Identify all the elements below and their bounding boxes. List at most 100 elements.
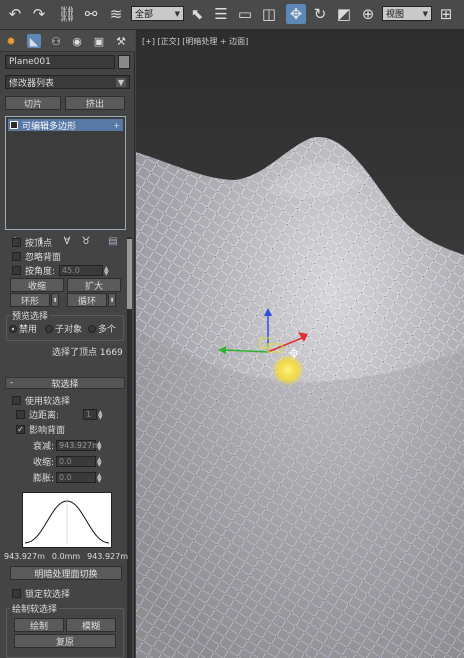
falloff-spinner[interactable]: 943.927m bbox=[56, 440, 100, 451]
modifier-list-dropdown[interactable]: 修改器列表 ▼ bbox=[5, 75, 130, 89]
paint-soft-selection-group bbox=[6, 608, 124, 658]
by-angle-row: 按角度: 45.0 ▲ ▼ bbox=[12, 264, 110, 277]
perspective-viewport[interactable]: [+] [正交] [明暗处理 + 边面] bbox=[136, 30, 464, 658]
blur-button[interactable]: 模糊 bbox=[66, 618, 116, 632]
ring-spinner[interactable]: ⬍ bbox=[51, 293, 59, 307]
loop-button[interactable]: 循环 bbox=[67, 293, 107, 307]
stack-item-label: 可编辑多边形 bbox=[22, 121, 77, 132]
spinner-arrows-icon[interactable]: ▲ ▼ bbox=[98, 409, 104, 420]
object-name-value: Plane001 bbox=[9, 57, 51, 67]
pinch-value: 0.0 bbox=[59, 457, 72, 466]
ignore-backfacing-checkbox[interactable] bbox=[12, 252, 21, 261]
spinner-arrows-icon[interactable]: ▲ ▼ bbox=[97, 472, 103, 483]
use-soft-checkbox[interactable] bbox=[12, 396, 21, 405]
chevron-down-icon: ▼ bbox=[422, 9, 428, 18]
grow-button[interactable]: 扩大 bbox=[67, 278, 121, 292]
by-angle-checkbox[interactable] bbox=[12, 266, 21, 275]
create-tab-icon[interactable]: ✹ bbox=[4, 34, 18, 48]
spinner-arrows-icon[interactable]: ▲ ▼ bbox=[97, 456, 103, 467]
reference-coord-value: 视图 bbox=[386, 10, 405, 20]
select-object-icon[interactable]: ⬉ bbox=[187, 4, 207, 24]
select-and-move-icon[interactable]: ✥ bbox=[286, 4, 306, 24]
bubble-row: 膨胀: 0.0 ▲ ▼ bbox=[33, 471, 103, 484]
utilities-tab-icon[interactable]: ⚒ bbox=[114, 34, 128, 48]
stack-item-editable-poly[interactable]: 可编辑多边形 + bbox=[8, 119, 123, 132]
preview-disabled-radio[interactable] bbox=[9, 324, 17, 333]
panel-scrollbar-thumb[interactable] bbox=[127, 239, 132, 309]
selection-filter-dropdown[interactable]: 全部 ▼ bbox=[131, 6, 184, 21]
preview-subobject-radio[interactable] bbox=[45, 324, 54, 333]
preview-disabled-label: 禁用 bbox=[19, 325, 38, 335]
panel-scrollbar[interactable] bbox=[127, 237, 132, 658]
curve-left-label: 943.927m bbox=[4, 552, 45, 561]
expand-box-icon[interactable] bbox=[10, 121, 18, 129]
select-and-scale-icon[interactable]: ◩ bbox=[334, 4, 354, 24]
object-color-swatch[interactable] bbox=[118, 55, 130, 69]
loop-spinner[interactable]: ⬍ bbox=[108, 293, 116, 307]
shrink-button-label: 收缩 bbox=[27, 281, 46, 292]
preview-subobject-label: 子对象 bbox=[55, 325, 83, 335]
reference-coord-dropdown[interactable]: 视图 ▼ bbox=[382, 6, 432, 21]
motion-tab-icon[interactable]: ◉ bbox=[70, 34, 84, 48]
preview-multi-radio[interactable] bbox=[88, 324, 97, 333]
affect-backfacing-label: 影响背面 bbox=[29, 426, 66, 436]
edge-distance-checkbox[interactable] bbox=[16, 410, 25, 419]
hierarchy-tab-icon[interactable]: ⚇ bbox=[49, 34, 63, 48]
revert-button-label: 复原 bbox=[55, 637, 74, 648]
viewport-label[interactable]: [+] [正交] [明暗处理 + 边面] bbox=[142, 36, 248, 47]
falloff-value: 943.927m bbox=[59, 441, 100, 450]
falloff-curve bbox=[24, 497, 110, 545]
redo-icon[interactable]: ↷ bbox=[29, 4, 49, 24]
lock-soft-checkbox[interactable] bbox=[12, 589, 21, 598]
select-by-name-icon[interactable]: ☰ bbox=[211, 4, 231, 24]
bind-space-warp-icon[interactable]: ≋ bbox=[106, 4, 126, 24]
preview-options: 禁用 子对象 多个 bbox=[9, 322, 116, 335]
shaded-face-toggle-label: 明暗处理面切换 bbox=[34, 569, 98, 580]
shrink-button[interactable]: 收缩 bbox=[10, 278, 64, 292]
chevron-down-icon: ▼ bbox=[115, 77, 126, 87]
use-pivot-icon[interactable]: ⊞ bbox=[436, 4, 456, 24]
modifier-list-label: 修改器列表 bbox=[9, 78, 55, 89]
angle-spinner[interactable]: 45.0 bbox=[59, 265, 104, 276]
paint-button[interactable]: 绘制 bbox=[14, 618, 64, 632]
make-unique-icon[interactable]: ∀ bbox=[61, 235, 73, 247]
pivot-center-icon[interactable]: ⊕ bbox=[358, 4, 378, 24]
unlink-icon[interactable]: ⚯ bbox=[81, 4, 101, 24]
slice-button[interactable]: 切片 bbox=[5, 96, 61, 110]
undo-icon[interactable]: ↶ bbox=[5, 4, 25, 24]
soft-selection-title: 软选择 bbox=[51, 379, 79, 390]
lock-soft-label: 锁定软选择 bbox=[25, 590, 71, 600]
falloff-row: 衰减: 943.927m ▲ ▼ bbox=[33, 439, 103, 452]
remove-modifier-icon[interactable]: ♉ bbox=[80, 235, 92, 247]
edge-distance-spinner[interactable]: 1 bbox=[83, 409, 98, 420]
modify-tab-icon[interactable]: ◣ bbox=[27, 34, 41, 48]
spinner-arrows-icon[interactable]: ▲ ▼ bbox=[104, 265, 110, 276]
lock-soft-row: 锁定软选择 bbox=[12, 587, 70, 600]
link-icon[interactable]: ⛓ bbox=[57, 4, 77, 24]
curve-center-label: 0.0mm bbox=[51, 552, 81, 561]
expand-icon[interactable]: + bbox=[113, 121, 120, 130]
pinch-spinner[interactable]: 0.0 bbox=[56, 456, 97, 467]
ring-button[interactable]: 环形 bbox=[10, 293, 50, 307]
pinch-label: 收缩: bbox=[33, 458, 55, 468]
revert-button[interactable]: 复原 bbox=[14, 634, 116, 648]
object-name-field[interactable]: Plane001 bbox=[5, 55, 115, 69]
extrude-button[interactable]: 挤出 bbox=[65, 96, 125, 110]
rect-selection-region-icon[interactable]: ▭ bbox=[235, 4, 255, 24]
by-vertex-row: 按顶点 bbox=[12, 236, 52, 249]
shaded-face-toggle-button[interactable]: 明暗处理面切换 bbox=[10, 566, 122, 580]
ignore-backfacing-label: 忽略背面 bbox=[25, 253, 62, 263]
affect-backfacing-checkbox[interactable]: ✓ bbox=[16, 425, 25, 434]
bubble-spinner[interactable]: 0.0 bbox=[56, 472, 97, 483]
selection-status-text: 选择了顶点 1669 bbox=[52, 348, 123, 358]
spinner-arrows-icon[interactable]: ▲ ▼ bbox=[97, 440, 103, 451]
select-and-rotate-icon[interactable]: ↻ bbox=[310, 4, 330, 24]
curve-right-label: 943.927m bbox=[87, 552, 128, 561]
selection-filter-value: 全部 bbox=[135, 10, 154, 20]
window-crossing-icon[interactable]: ◫ bbox=[259, 4, 279, 24]
configure-modifier-sets-icon[interactable]: ▤ bbox=[107, 235, 119, 247]
use-soft-label: 使用软选择 bbox=[25, 397, 71, 407]
soft-selection-rollout-header[interactable]: - 软选择 bbox=[5, 377, 125, 390]
by-vertex-checkbox[interactable] bbox=[12, 238, 21, 247]
display-tab-icon[interactable]: ▣ bbox=[92, 34, 106, 48]
